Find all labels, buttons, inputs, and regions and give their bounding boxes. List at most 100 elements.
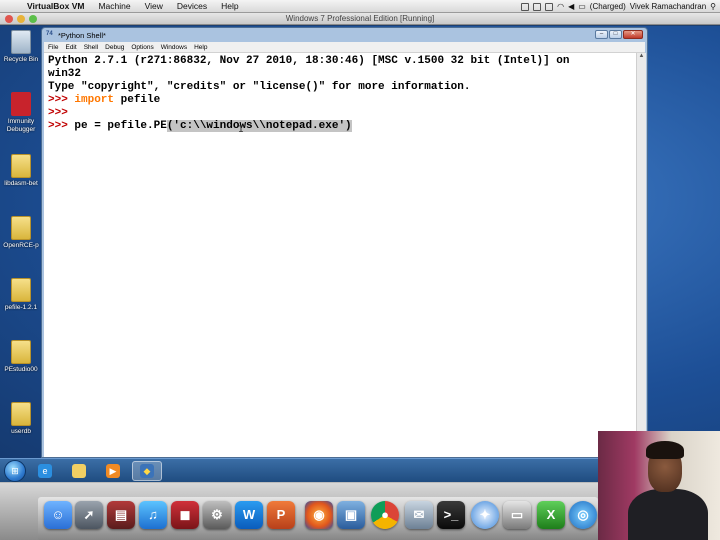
desktop-icon-folder[interactable]: userdb: [2, 402, 40, 435]
command-text: pe = pefile.PE: [74, 120, 167, 132]
desktop-icon-recycle-bin[interactable]: Recycle Bin: [2, 30, 40, 63]
chrome-icon[interactable]: ●: [371, 501, 399, 529]
banner-line: Python 2.7.1 (r271:86832, Nov 27 2010, 1…: [48, 55, 570, 67]
keyword-import: import: [74, 94, 115, 106]
preview-icon[interactable]: ✉: [405, 501, 433, 529]
desktop-icon-immunity-debugger[interactable]: Immunity Debugger: [2, 92, 40, 134]
media-player-icon: ▶: [106, 463, 120, 478]
menu-shell[interactable]: Shell: [84, 44, 98, 51]
folder-icon: [11, 340, 31, 364]
minimize-button[interactable]: –: [595, 30, 608, 39]
photobooth-icon[interactable]: ◼: [171, 501, 199, 529]
status-icon[interactable]: [521, 2, 530, 11]
spotlight-icon[interactable]: ⚲: [710, 2, 716, 11]
desktop-icon-label: Immunity Debugger: [6, 118, 36, 133]
shell-menubar: File Edit Shell Debug Options Windows He…: [44, 42, 645, 53]
menu-windows[interactable]: Windows: [161, 44, 187, 51]
menu-virtualbox-vm[interactable]: VirtualBox VM: [20, 1, 91, 11]
status-icon[interactable]: [533, 2, 542, 11]
desktop-icon-label: PEstudio00: [4, 366, 38, 373]
app-icon[interactable]: ◎: [569, 501, 597, 529]
powerpoint-icon[interactable]: P: [267, 501, 295, 529]
taskbar-ie[interactable]: e: [30, 461, 60, 481]
folder-icon: [11, 278, 31, 302]
folder-icon: [72, 463, 86, 478]
menubar-status-area: ◠ ◀ ▭ (Charged) Vivek Ramachandran ⚲: [521, 0, 716, 13]
menu-help[interactable]: Help: [214, 1, 245, 11]
itunes-icon[interactable]: ♫: [139, 501, 167, 529]
terminal-icon[interactable]: >_: [437, 501, 465, 529]
webcam-overlay: [598, 431, 720, 540]
menu-view[interactable]: View: [138, 1, 170, 11]
folder-icon: [11, 402, 31, 426]
zoom-icon[interactable]: [29, 15, 37, 23]
menu-file[interactable]: File: [48, 44, 58, 51]
selected-text[interactable]: ('c:\\windows\\notepad.exe'): [166, 120, 352, 132]
internet-explorer-icon: e: [38, 463, 52, 478]
firefox-icon[interactable]: ◉: [305, 501, 333, 529]
shell-line-empty: >>>: [48, 107, 633, 120]
webcam-person: [628, 489, 708, 540]
close-icon[interactable]: [5, 15, 13, 23]
recycle-bin-icon: [11, 30, 31, 54]
desktop-icon-label: pefile-1.2.1: [4, 304, 38, 311]
taskbar-explorer[interactable]: [64, 461, 94, 481]
immunity-debugger-icon: [11, 92, 31, 116]
folder-icon: [11, 216, 31, 240]
menu-debug[interactable]: Debug: [105, 44, 124, 51]
battery-status: (Charged): [589, 2, 626, 11]
prompt: >>>: [48, 120, 75, 132]
desktop-icon-label: OpenRCE-p: [3, 242, 39, 249]
shell-line-current[interactable]: >>> pe = pefile.PE('c:\\windows\\notepad…: [48, 120, 633, 133]
excel-icon[interactable]: X: [537, 501, 565, 529]
desktop-icon-folder[interactable]: PEstudio00: [2, 340, 40, 373]
system-preferences-icon[interactable]: ⚙: [203, 501, 231, 529]
launchpad-icon[interactable]: ➚: [75, 501, 103, 529]
virtualbox-icon[interactable]: ▣: [337, 501, 365, 529]
desktop-icon-folder[interactable]: libdasm-bet: [2, 154, 40, 187]
wifi-icon[interactable]: ◠: [557, 2, 564, 11]
prompt: >>>: [48, 94, 75, 106]
shell-window-title: *Python Shell*: [58, 30, 106, 40]
battery-icon[interactable]: ▭: [578, 2, 586, 11]
shell-text-area[interactable]: Python 2.7.1 (r271:86832, Nov 27 2010, 1…: [44, 53, 637, 457]
prompt: >>>: [48, 107, 75, 119]
desktop-icon-folder[interactable]: pefile-1.2.1: [2, 278, 40, 311]
start-button[interactable]: ⊞: [4, 459, 26, 482]
menu-devices[interactable]: Devices: [170, 1, 214, 11]
webcam-person: [646, 441, 684, 459]
banner-line: Type "copyright", "credits" or "license(…: [48, 81, 471, 93]
finder-icon[interactable]: ☺: [44, 501, 72, 529]
mac-dock: ☺ ➚ ▤ ♫ ◼ ⚙ W P ◉ ▣ ● ✉ >_ ✦ ▭ X ◎: [0, 482, 600, 540]
vbox-window-titlebar: Windows 7 Professional Edition [Running]: [0, 13, 720, 25]
desktop-icon-folder[interactable]: OpenRCE-p: [2, 216, 40, 249]
mac-menubar: VirtualBox VM Machine View Devices Help …: [0, 0, 720, 13]
banner-line: win32: [48, 68, 82, 80]
close-button[interactable]: ✕: [623, 30, 643, 39]
shell-titlebar[interactable]: 74 *Python Shell*: [42, 28, 647, 42]
python-icon: ◆: [140, 463, 154, 478]
desktop-icon-label: Recycle Bin: [3, 56, 39, 63]
vertical-scrollbar[interactable]: ▲: [636, 53, 646, 457]
safari-icon[interactable]: ✦: [471, 501, 499, 529]
user-name[interactable]: Vivek Ramachandran: [630, 2, 706, 11]
import-target: pefile: [114, 94, 161, 106]
app-icon[interactable]: ▤: [107, 501, 135, 529]
bluetooth-icon[interactable]: [545, 2, 554, 11]
maximize-button[interactable]: □: [609, 30, 622, 39]
window-controls: – □ ✕: [595, 30, 643, 39]
menu-edit[interactable]: Edit: [65, 44, 76, 51]
folder-icon: [11, 154, 31, 178]
minimize-icon[interactable]: [17, 15, 25, 23]
volume-icon[interactable]: ◀: [568, 2, 574, 11]
ibeam-cursor-icon: I: [238, 125, 245, 136]
windows-taskbar: ⊞ e ▶ ◆: [0, 458, 600, 482]
word-icon[interactable]: W: [235, 501, 263, 529]
scroll-up-icon[interactable]: ▲: [637, 53, 646, 62]
menu-machine[interactable]: Machine: [91, 1, 137, 11]
menu-help[interactable]: Help: [194, 44, 207, 51]
taskbar-media-player[interactable]: ▶: [98, 461, 128, 481]
menu-options[interactable]: Options: [131, 44, 153, 51]
taskbar-python-shell[interactable]: ◆: [132, 460, 162, 481]
display-icon[interactable]: ▭: [503, 501, 531, 529]
